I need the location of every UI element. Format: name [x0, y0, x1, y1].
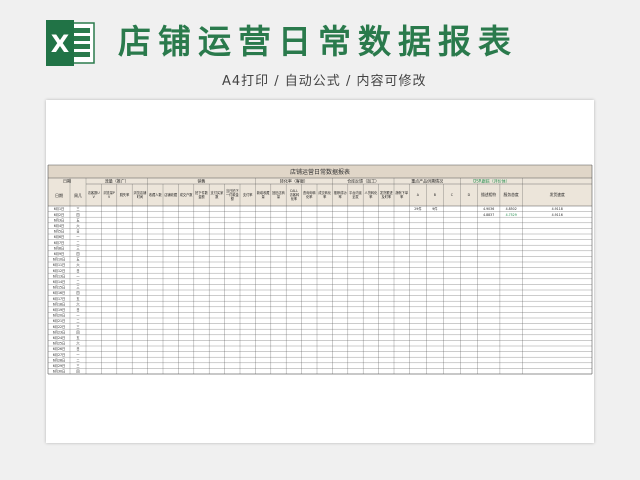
- subheader-cell: 收藏人数: [149, 192, 163, 197]
- weekday-cell: 四: [76, 213, 79, 217]
- date-cell: 6月13日: [53, 274, 65, 278]
- date-cell: 6月28日: [53, 358, 65, 362]
- value-cell: 9件: [432, 206, 438, 211]
- weekday-cell: 一: [76, 314, 80, 318]
- group-header: 仓库反馈（加工）: [347, 178, 379, 184]
- group-header: 重点产品供需情况: [411, 178, 443, 184]
- date-group-label: 日期: [63, 178, 71, 184]
- page-title: 店铺运营日常数据报表: [118, 22, 518, 61]
- date-cell: 6月3日: [54, 218, 64, 222]
- weekday-cell: 六: [76, 341, 80, 346]
- date-cell: 6月29日: [53, 364, 65, 368]
- weekday-cell: 一: [76, 274, 80, 278]
- subheader-cell: 支付率: [243, 192, 253, 197]
- group-header: DSR跟踪（评价体）: [473, 178, 509, 184]
- data-table: 店铺运营日常数据报表 日期日期 周几流量（推广） 销售 转化率（客服） 仓库反馈（加工）…: [47, 164, 593, 375]
- weekday-cell: 三: [76, 246, 79, 250]
- subheader-cell: 店铺收藏: [164, 192, 178, 197]
- weekday-cell: 四: [76, 252, 79, 256]
- weekday-cell: 三: [76, 286, 79, 290]
- weekday-cell: 二: [76, 241, 79, 245]
- weekday-cell: 六: [76, 301, 80, 306]
- date-cell: 6月25日: [53, 342, 65, 346]
- date-col-header: 日期: [55, 192, 63, 198]
- subheader-cell: 成交户数: [180, 192, 194, 197]
- table-title: 店铺运营日常数据报表: [290, 168, 350, 176]
- dsr-value-cell: 4.9036: [483, 207, 494, 211]
- date-cell: 6月30日: [53, 370, 65, 374]
- weekday-cell: 日: [76, 308, 79, 312]
- date-cell: 6月2日: [54, 213, 64, 217]
- page-header: X 店铺运营日常数据报表 A4打印 / 自动公式 / 内容可修改: [0, 0, 640, 96]
- weekday-cell: 二: [76, 280, 79, 284]
- weekday-cell: 三: [76, 325, 79, 329]
- date-cell: 6月15日: [53, 286, 65, 290]
- weekday-cell: 日: [76, 230, 79, 234]
- weekday-cell: 四: [76, 370, 79, 374]
- weekday-cell: 六: [76, 223, 80, 228]
- date-cell: 6月21日: [53, 319, 65, 323]
- date-cell: 6月23日: [53, 330, 65, 334]
- subheader-cell: 描述相符: [481, 192, 496, 197]
- weekday-cell: 六: [76, 262, 80, 267]
- date-cell: 6月20日: [53, 314, 65, 318]
- date-cell: 6月24日: [53, 336, 65, 340]
- subheader-cell: 跳失率: [120, 192, 130, 197]
- weekday-cell: 一: [76, 235, 80, 239]
- date-cell: 6月26日: [53, 347, 65, 351]
- excel-icon: X: [46, 20, 95, 66]
- weekday-cell: 二: [76, 319, 79, 323]
- date-cell: 6月16日: [53, 291, 65, 295]
- dsr-value-cell: 4.9118: [552, 207, 563, 211]
- date-cell: 6月22日: [53, 325, 65, 329]
- page-subtitle: A4打印 / 自动公式 / 内容可修改: [222, 74, 427, 89]
- subheader-cell: B: [434, 193, 436, 197]
- date-cell: 6月5日: [54, 230, 64, 234]
- date-cell: 6月7日: [54, 241, 64, 245]
- spreadsheet-preview: 店铺运营日常数据报表 日期 日期 周几 流量（推广） 销售 转化率（客服） 仓库反馈（加工）…: [46, 100, 594, 443]
- date-cell: 6月14日: [53, 280, 65, 284]
- group-header: 销售: [198, 178, 206, 184]
- dsr-value-cell: 4.7529: [506, 213, 517, 217]
- weekday-cell: 五: [76, 218, 80, 222]
- dsr-value-cell: 4.8502: [506, 207, 517, 211]
- date-cell: 6月11日: [53, 263, 65, 267]
- weekday-cell: 三: [76, 364, 79, 368]
- weekday-cell: 四: [76, 330, 79, 334]
- date-cell: 6月12日: [53, 269, 65, 273]
- weekday-cell: 日: [76, 269, 79, 273]
- dsr-value-cell: 4.8837: [483, 213, 494, 217]
- date-cell: 6月19日: [53, 308, 65, 312]
- weekday-cell: 五: [76, 258, 80, 262]
- weekday-cell: 五: [76, 297, 80, 301]
- date-cell: 6月27日: [53, 353, 65, 357]
- value-cell: 29件: [414, 206, 422, 211]
- weekday-cell: 二: [76, 358, 79, 362]
- date-cell: 6月18日: [53, 302, 65, 306]
- date-cell: 6月9日: [54, 252, 64, 256]
- weekday-cell: 一: [76, 353, 80, 357]
- date-cell: 6月1日: [54, 207, 64, 211]
- weekday-cell: 四: [76, 291, 79, 295]
- date-cell: 6月4日: [54, 224, 64, 228]
- date-cell: 6月6日: [54, 235, 64, 239]
- dsr-value-cell: 4.9116: [552, 213, 563, 217]
- weekday-col-header: 周几: [74, 192, 82, 198]
- group-header: 转化率（客服）: [280, 178, 308, 184]
- date-cell: 6月10日: [53, 258, 65, 262]
- logo-letter: X: [51, 30, 70, 58]
- weekday-cell: 五: [76, 336, 80, 340]
- subheader-cell: 发货速度: [550, 192, 565, 197]
- weekday-cell: 日: [76, 347, 79, 351]
- date-cell: 6月17日: [53, 297, 65, 301]
- weekday-cell: 三: [76, 207, 79, 211]
- group-header: 流量（推广）: [105, 178, 129, 184]
- date-cell: 6月8日: [54, 246, 64, 250]
- subheader-cell: 服务态度: [504, 192, 519, 197]
